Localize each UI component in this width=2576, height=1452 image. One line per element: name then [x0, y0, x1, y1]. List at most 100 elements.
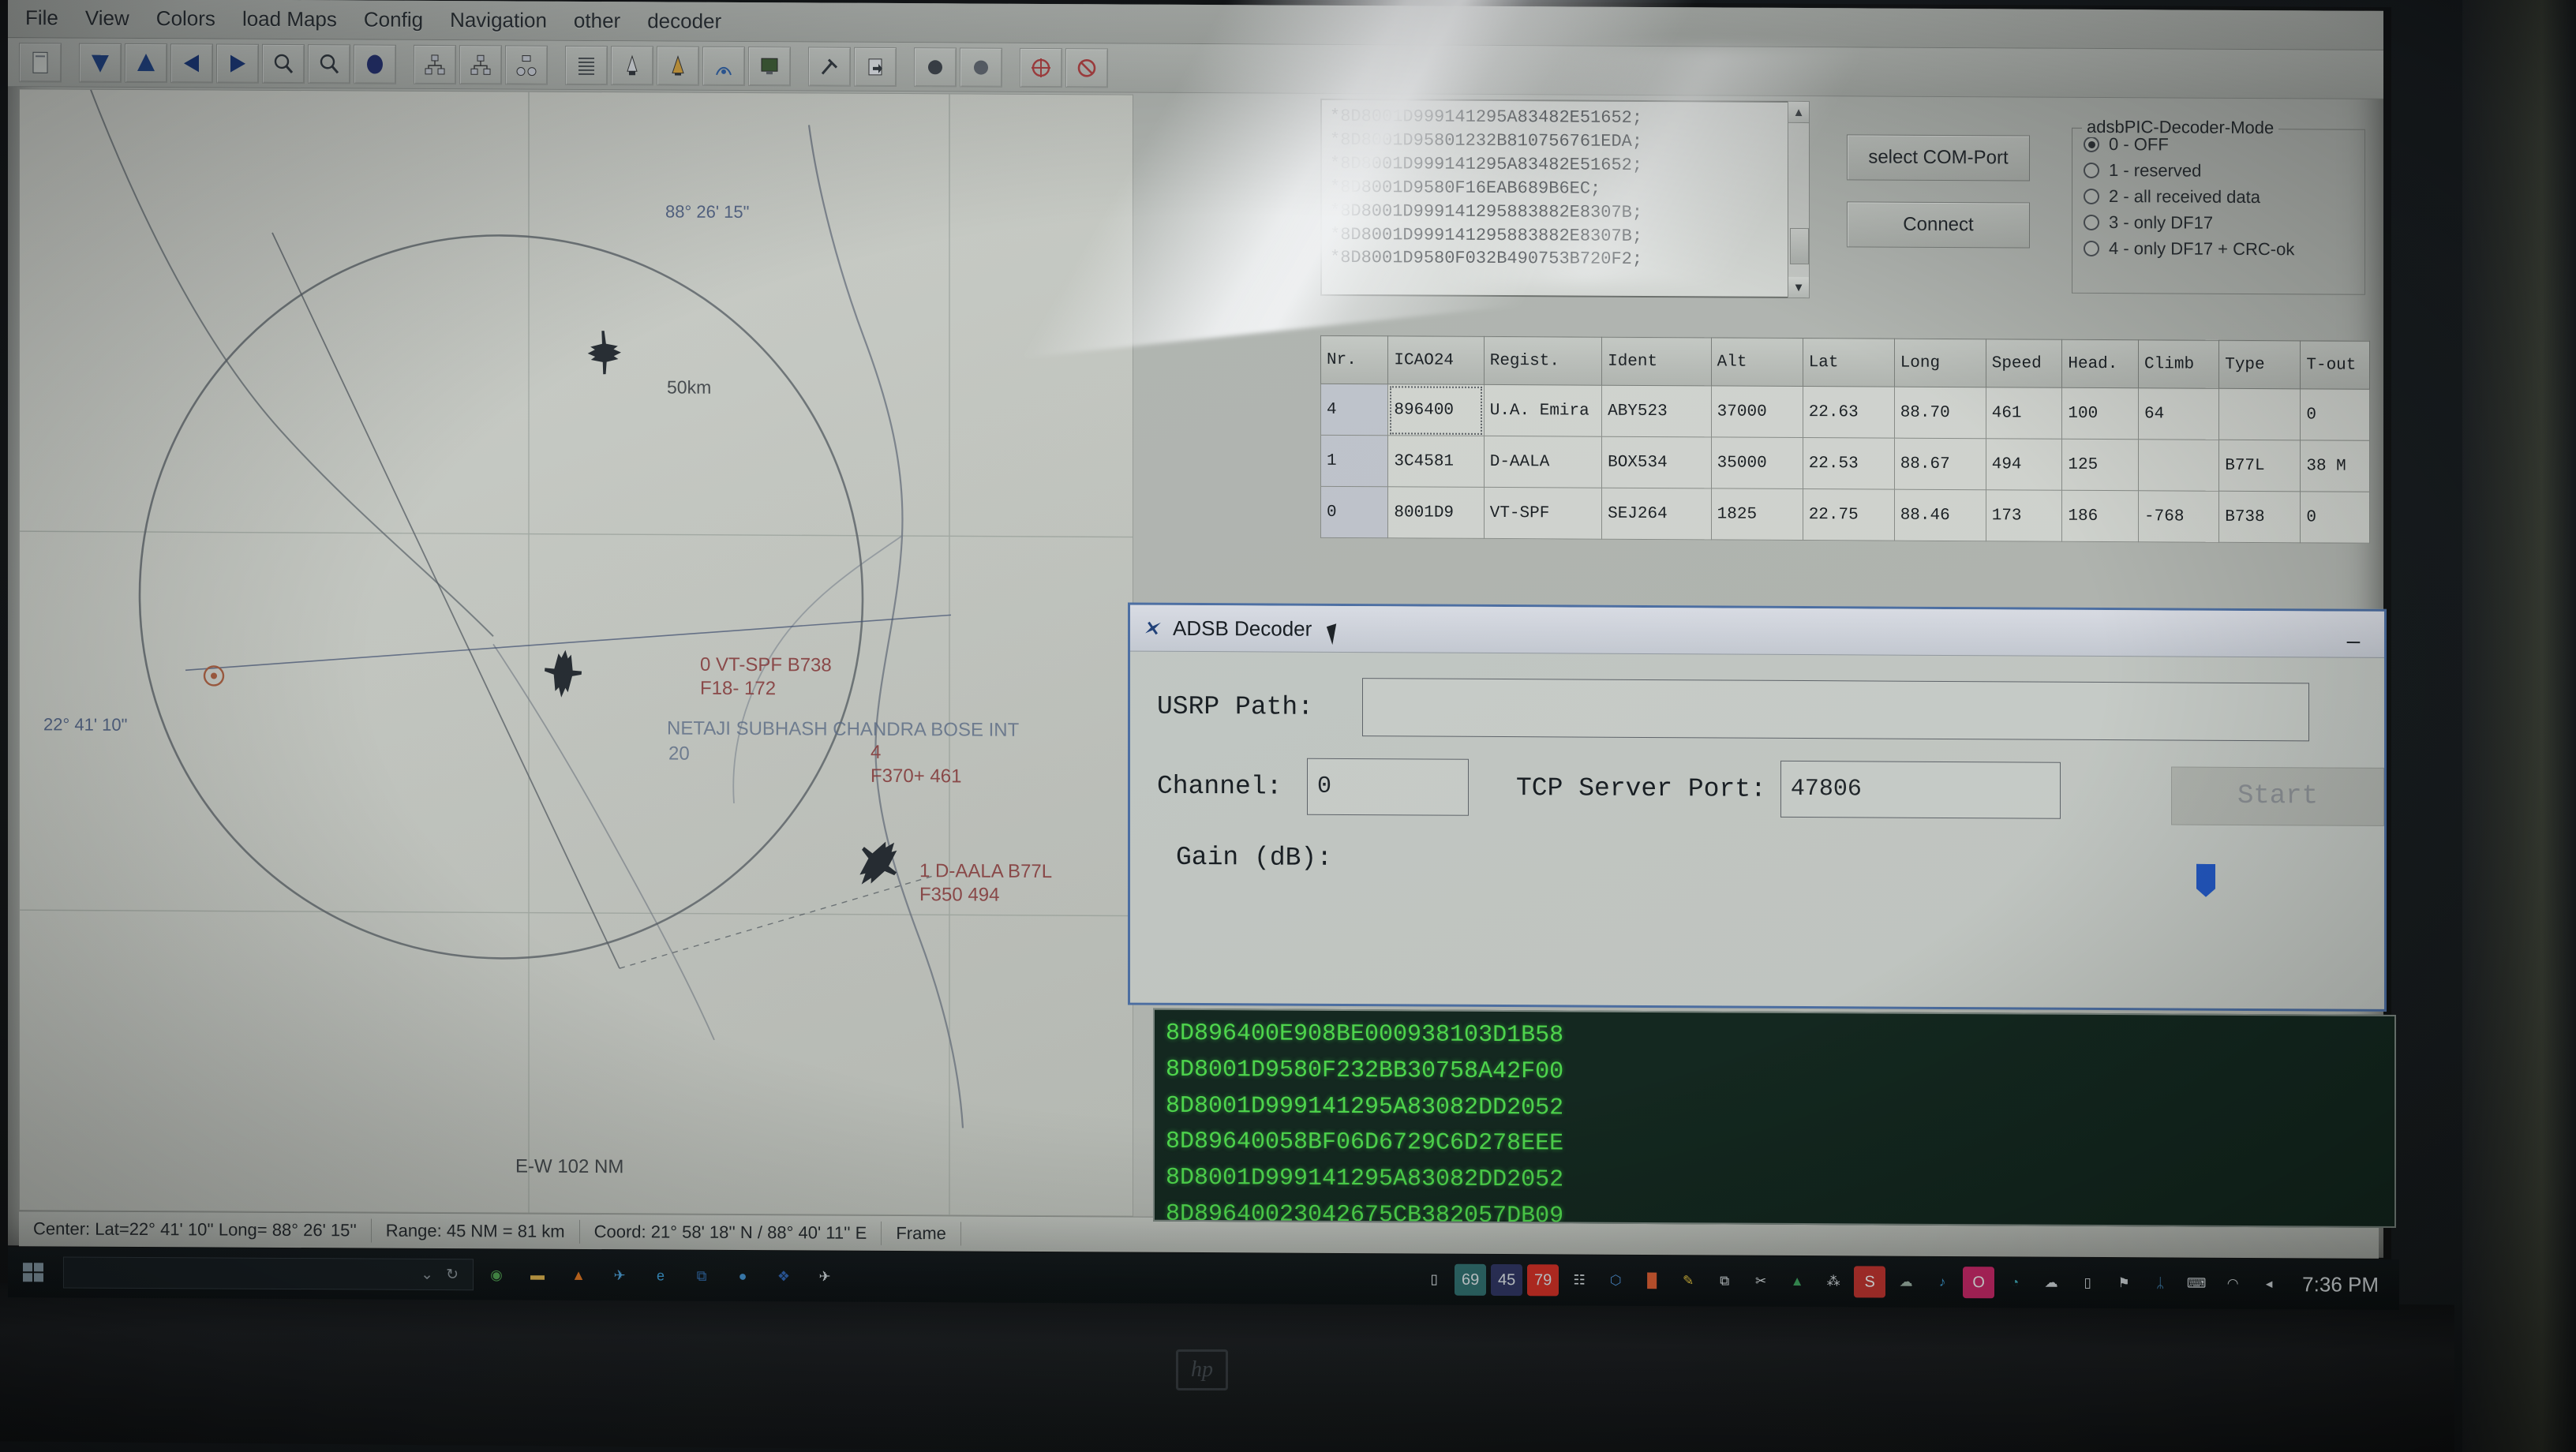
scrollbar-thumb[interactable] [1790, 228, 1809, 264]
menu-item-navigation[interactable]: Navigation [450, 8, 547, 33]
list-icon[interactable] [565, 45, 608, 84]
table-row[interactable]: 0 8001D9 VT-SPF SEJ264 1825 22.75 88.46 … [1321, 486, 2370, 543]
radio-button-icon[interactable] [2084, 241, 2099, 256]
col-type[interactable]: Type [2219, 340, 2301, 389]
battery-icon[interactable]: ▯ [1418, 1263, 1450, 1295]
dialog-title-bar[interactable]: ADSB Decoder – [1130, 605, 2384, 658]
channel-input[interactable]: 0 [1307, 758, 1469, 816]
col-long[interactable]: Long [1894, 339, 1986, 387]
onedrive-icon[interactable]: ☁ [2035, 1267, 2067, 1299]
cloud-icon[interactable]: ☁ [1890, 1267, 1922, 1298]
decoder-mode-option-1[interactable]: 1 - reserved [2084, 160, 2364, 182]
tree-icon[interactable] [505, 45, 548, 84]
aircraft-table[interactable]: Nr. ICAO24 Regist. Ident Alt Lat Long Sp… [1320, 335, 2370, 544]
vlc-icon[interactable]: ▲ [560, 1257, 597, 1293]
matlab-icon[interactable]: ⧉ [683, 1258, 720, 1294]
tcp-port-input[interactable]: 47806 [1780, 761, 2061, 819]
chrome-icon[interactable]: ◉ [478, 1256, 515, 1293]
table-row[interactable]: 1 3C4581 D-AALA BOX534 35000 22.53 88.67… [1321, 435, 2370, 492]
volume-icon[interactable]: ◂ [2253, 1268, 2285, 1300]
counter-69-badge[interactable]: 69 [1455, 1264, 1486, 1296]
col-speed[interactable]: Speed [1986, 339, 2062, 388]
internet-explorer-icon[interactable]: e [642, 1257, 679, 1293]
col-lat[interactable]: Lat [1803, 339, 1894, 387]
satellite-icon[interactable] [657, 46, 699, 85]
menu-item-file[interactable]: File [25, 6, 58, 30]
opera-icon[interactable]: O [1963, 1267, 1994, 1298]
menu-item-view[interactable]: View [85, 6, 129, 31]
dropbox-icon[interactable]: ⬡ [1600, 1265, 1631, 1297]
counter-45-badge[interactable]: 45 [1491, 1264, 1522, 1296]
select-com-port-button[interactable]: select COM-Port [1847, 134, 2030, 181]
refresh-icon[interactable]: ↻ [446, 1266, 459, 1284]
menu-item-other[interactable]: other [574, 9, 620, 33]
col-climb[interactable]: Climb [2139, 340, 2219, 389]
zoom-out-arrow-down-icon[interactable] [79, 43, 122, 82]
decoder-output-terminal[interactable]: 8D896400E908BE000938103D1B58 8D8001D9580… [1153, 1009, 2396, 1228]
bluetooth-icon[interactable]: ᛦ [2144, 1267, 2176, 1299]
chart-icon[interactable]: █ [1636, 1265, 1668, 1297]
col-tout[interactable]: T-out [2301, 341, 2370, 389]
copy-icon[interactable]: ⧉ [1709, 1265, 1740, 1297]
col-icao24[interactable]: ICAO24 [1388, 336, 1484, 385]
earth-icon[interactable]: ● [724, 1258, 761, 1294]
blue-app-icon[interactable]: ❖ [766, 1258, 802, 1294]
col-head[interactable]: Head. [2062, 339, 2139, 388]
no-entry-icon[interactable] [1065, 48, 1108, 88]
pan-right-icon[interactable] [216, 43, 259, 83]
monitor-icon[interactable] [748, 47, 791, 86]
menu-item-decoder[interactable]: decoder [647, 9, 721, 33]
scroll-down-icon[interactable]: ▼ [1788, 277, 1809, 298]
chevron-down-icon[interactable]: ⌄ [421, 1265, 433, 1283]
menu-item-config[interactable]: Config [364, 7, 423, 32]
col-nr[interactable]: Nr. [1321, 335, 1388, 384]
flight-app-icon[interactable]: ✈ [601, 1257, 638, 1293]
wifi-icon[interactable]: ◠ [2217, 1268, 2248, 1300]
phone-icon[interactable]: ▯ [2072, 1267, 2103, 1299]
scroll-up-icon[interactable]: ▲ [1788, 102, 1809, 123]
radar-map[interactable]: 88° 26' 15" 22° 41' 10" 50km E-W 102 NM … [19, 88, 1133, 1216]
menu-item-load-maps[interactable]: load Maps [242, 7, 337, 32]
counter-79-badge[interactable]: 79 [1527, 1264, 1559, 1296]
zoom-out-magnifier-icon[interactable] [308, 44, 350, 84]
antenna-icon[interactable] [611, 46, 653, 85]
col-alt[interactable]: Alt [1711, 338, 1803, 387]
globe-icon[interactable] [354, 44, 396, 84]
raw-message-scrollbar[interactable]: ▲ ▼ [1788, 101, 1810, 298]
flag-icon[interactable]: ⚑ [2108, 1267, 2140, 1299]
start-button[interactable]: Start [2171, 766, 2384, 825]
music-icon[interactable]: ♪ [1926, 1267, 1958, 1298]
table-row[interactable]: 4 896400 U.A. Emira ABY523 37000 22.63 8… [1321, 384, 2370, 440]
search-input[interactable]: ⌄ ↻ [63, 1256, 474, 1290]
share-icon[interactable]: ⁂ [1818, 1266, 1849, 1297]
minimize-button[interactable]: – [2340, 626, 2367, 646]
zoom-in-magnifier-icon[interactable] [262, 43, 305, 83]
page-icon[interactable] [19, 43, 62, 82]
export-icon[interactable] [854, 47, 897, 86]
radio-button-icon[interactable] [2084, 215, 2099, 230]
file-explorer-icon[interactable]: ▬ [519, 1257, 556, 1293]
radio-button-icon[interactable] [2084, 137, 2099, 152]
dot-gray-icon[interactable] [960, 47, 1002, 87]
dot-dark-icon[interactable] [914, 47, 957, 87]
menu-item-colors[interactable]: Colors [156, 6, 215, 31]
pan-left-icon[interactable] [170, 43, 213, 83]
raw-message-list[interactable]: *8D8001D999141295A83482E51652; *8D8001D9… [1320, 99, 1810, 298]
printer-icon[interactable]: ☷ [1563, 1264, 1595, 1296]
start-button-windows[interactable] [8, 1247, 58, 1297]
notes-icon[interactable]: ✎ [1672, 1265, 1704, 1297]
col-regist[interactable]: Regist. [1484, 336, 1601, 385]
tools-icon[interactable] [808, 47, 851, 86]
scissors-icon[interactable]: ✂ [1745, 1266, 1777, 1297]
decoder-mode-option-4[interactable]: 4 - only DF17 + CRC-ok [2084, 238, 2364, 260]
target-red-icon[interactable] [1020, 47, 1062, 87]
radio-button-icon[interactable] [2084, 163, 2099, 178]
skype-icon[interactable]: S [1854, 1266, 1885, 1297]
teams-icon[interactable]: ◔ [1999, 1267, 2031, 1298]
radio-button-icon[interactable] [2084, 189, 2099, 204]
taskbar-clock[interactable]: 7:36 PM [2302, 1272, 2387, 1297]
decoder-mode-option-3[interactable]: 3 - only DF17 [2084, 212, 2364, 234]
google-drive-icon[interactable]: ▲ [1781, 1266, 1813, 1297]
network-alt-icon[interactable] [459, 45, 502, 84]
adsb-decoder-dialog[interactable]: ADSB Decoder – USRP Path: Channel: 0 TCP… [1128, 603, 2387, 1012]
